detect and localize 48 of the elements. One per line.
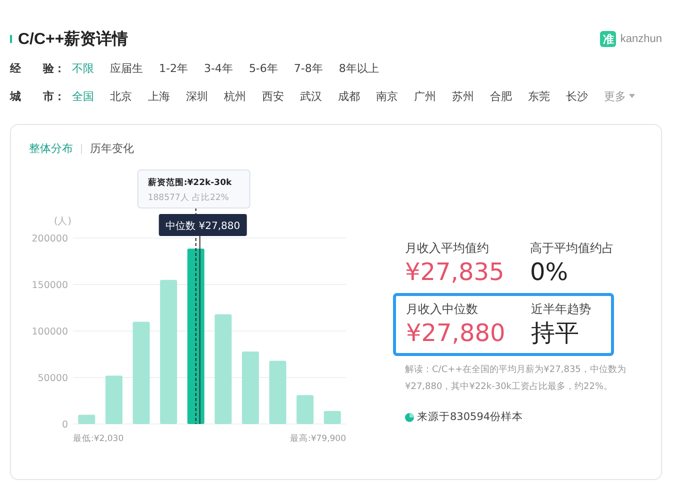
filter-label: 经 验：	[10, 60, 66, 76]
filter-option[interactable]: 1-2年	[159, 60, 188, 76]
stat-label: 月收入平均值约	[405, 240, 490, 257]
sample-source: 来源于830594份样本	[417, 410, 524, 424]
axis-tick-label: 200000	[32, 234, 68, 244]
axis-tick-label: 150000	[32, 280, 68, 291]
tooltip-title: 薪资范围:¥22k-30k	[148, 178, 232, 188]
min-salary-label: 最低:¥2,030	[73, 434, 124, 444]
filter-option[interactable]: 长沙	[566, 88, 588, 104]
filter-option[interactable]: 东莞	[528, 88, 550, 104]
filter-option[interactable]: 7-8年	[294, 60, 323, 76]
filter-option[interactable]: 合肥	[490, 88, 512, 104]
filter-option[interactable]: 8年以上	[338, 60, 379, 76]
stat-value: 持平	[531, 318, 580, 348]
filter-option[interactable]: 西安	[262, 88, 284, 104]
stat-label: 近半年趋势	[531, 301, 592, 318]
caret-icon	[629, 94, 635, 98]
stat-label: 月收入中位数	[406, 301, 479, 318]
filter-option[interactable]: 深圳	[186, 88, 208, 104]
title-accent-bar	[10, 35, 12, 43]
stat-label: 高于平均值约占	[530, 240, 615, 257]
filter-option[interactable]: 3-4年	[204, 60, 233, 76]
stat-value: ¥27,880	[406, 318, 506, 348]
page-title: C/C++薪资详情	[18, 29, 128, 50]
axis-tick-label: 0	[62, 420, 68, 430]
filter-option[interactable]: 上海	[148, 88, 170, 104]
filter-option[interactable]: 苏州	[452, 88, 474, 104]
logo-text[interactable]: kanzhun	[620, 33, 662, 45]
chart-tab[interactable]: 历年变化	[90, 141, 134, 156]
filter-option[interactable]: 南京	[376, 88, 398, 104]
stat-value: ¥27,835	[405, 257, 506, 287]
axis-unit-label: (人)	[54, 216, 72, 227]
filter-label: 城 市：	[10, 88, 66, 104]
analysis-note: 解读：C/C++在全国的平均月薪为¥27,835，中位数为¥27,880，其中¥22k-30k工资占比最多，约22%。	[405, 364, 627, 394]
axis-tick-label: 50000	[38, 373, 68, 384]
filter-option[interactable]: 5-6年	[248, 60, 278, 76]
filter-option[interactable]: 应届生	[110, 60, 143, 76]
filter-option[interactable]: 广州	[414, 88, 436, 104]
median-tag-label: 中位数 ¥27,880	[166, 221, 240, 232]
filter-option[interactable]: 武汉	[300, 88, 322, 104]
pie-chart-icon	[405, 412, 414, 422]
filter-option[interactable]: 北京	[110, 88, 132, 104]
tooltip-detail: 188577人 占比22%	[148, 193, 229, 203]
filter-option[interactable]: 成都	[338, 88, 360, 104]
filter-option[interactable]: 杭州	[224, 88, 246, 104]
max-salary-label: 最高:¥79,900	[290, 434, 346, 444]
stat-value: 0%	[530, 257, 570, 287]
axis-tick-label: 100000	[32, 326, 68, 338]
